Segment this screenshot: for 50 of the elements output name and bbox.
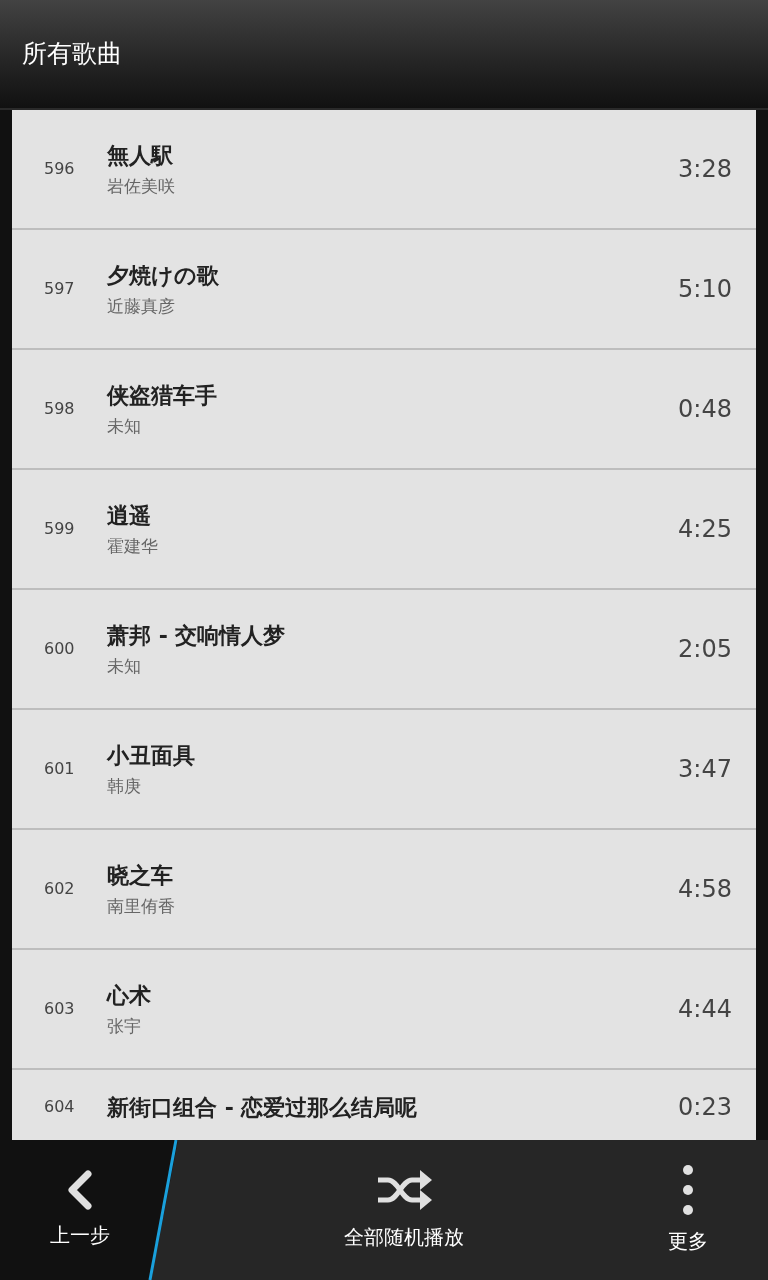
song-title: 侠盗猎车手 — [107, 381, 218, 410]
track-number: 598 — [43, 398, 76, 420]
artist-name: 韩庚 — [107, 774, 142, 798]
artist-name: 近藤真彦 — [107, 294, 176, 318]
song-duration: 2:05 — [678, 634, 733, 665]
track-number: 597 — [43, 278, 76, 300]
track-number: 602 — [43, 878, 76, 900]
song-row[interactable]: 600 萧邦 - 交响情人梦 未知 2:05 — [12, 590, 756, 710]
track-number: 596 — [43, 158, 76, 180]
song-duration: 3:28 — [678, 154, 733, 185]
song-row[interactable]: 597 夕焼けの歌 近藤真彦 5:10 — [12, 230, 756, 350]
back-icon — [66, 1170, 94, 1210]
artist-name: 岩佐美咲 — [107, 174, 176, 198]
song-title: 夕焼けの歌 — [107, 261, 220, 290]
song-duration: 5:10 — [678, 274, 733, 305]
more-icon — [682, 1164, 694, 1216]
artist-name: 未知 — [107, 414, 142, 438]
song-title: 心术 — [107, 981, 152, 1010]
song-title: 萧邦 - 交响情人梦 — [107, 621, 287, 650]
artist-name: 张宇 — [107, 1014, 142, 1038]
song-duration: 0:23 — [678, 1092, 733, 1123]
shuffle-icon — [376, 1168, 432, 1212]
song-row[interactable]: 603 心术 张宇 4:44 — [12, 950, 756, 1070]
song-row[interactable]: 602 晓之车 南里侑香 4:58 — [12, 830, 756, 950]
song-title: 晓之车 — [107, 861, 174, 890]
track-number: 599 — [43, 518, 76, 540]
song-duration: 0:48 — [678, 394, 733, 425]
artist-name: 未知 — [107, 654, 142, 678]
song-title: 新街口组合 - 恋爱过那么结局呢 — [107, 1093, 419, 1122]
song-duration: 4:58 — [678, 874, 733, 905]
track-number: 601 — [43, 758, 76, 780]
song-row[interactable]: 599 逍遥 霍建华 4:25 — [12, 470, 756, 590]
song-title: 小丑面具 — [107, 741, 196, 770]
artist-name: 霍建华 — [107, 534, 159, 558]
song-row[interactable]: 604 新街口组合 - 恋爱过那么结局呢 0:23 — [12, 1070, 756, 1140]
track-number: 604 — [43, 1096, 76, 1118]
track-number: 600 — [43, 638, 76, 660]
song-title: 逍遥 — [107, 501, 152, 530]
song-row[interactable]: 601 小丑面具 韩庚 3:47 — [12, 710, 756, 830]
screen-title: 所有歌曲 — [22, 38, 122, 71]
song-title: 無人駅 — [107, 141, 174, 170]
song-duration: 4:25 — [678, 514, 733, 545]
song-duration: 3:47 — [678, 754, 733, 785]
song-duration: 4:44 — [678, 994, 733, 1025]
song-row[interactable]: 596 無人駅 岩佐美咲 3:28 — [12, 110, 756, 230]
more-button[interactable]: 更多 — [628, 1140, 748, 1280]
song-row[interactable]: 598 侠盗猎车手 未知 0:48 — [12, 350, 756, 470]
shuffle-button[interactable]: 全部随机播放 — [294, 1140, 514, 1280]
artist-name: 南里侑香 — [107, 894, 176, 918]
track-number: 603 — [43, 998, 76, 1020]
